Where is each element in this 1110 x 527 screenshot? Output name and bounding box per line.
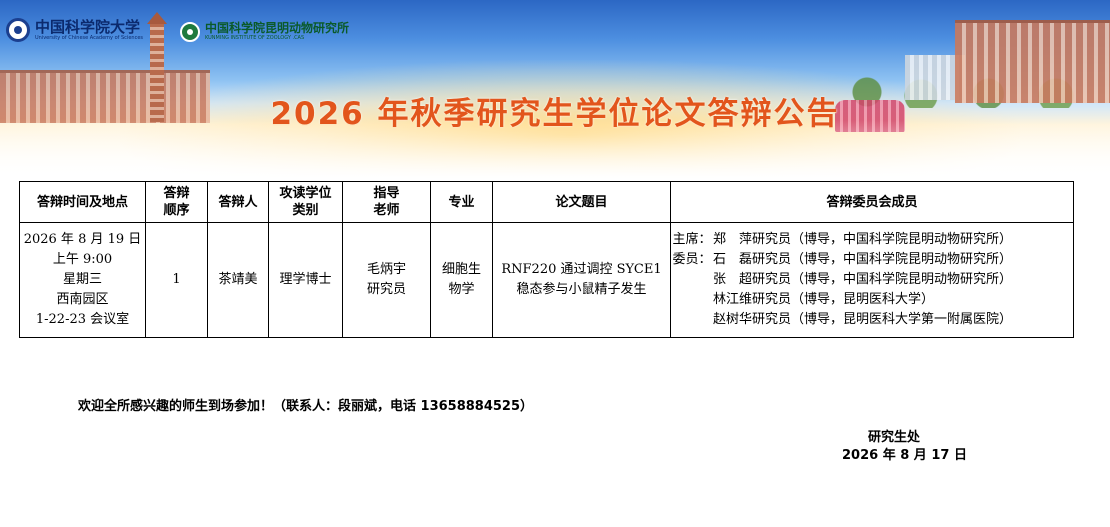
defense-date: 2026 年 8 月 19 日: [23, 232, 142, 247]
kiz-seal-icon: [180, 22, 200, 42]
committee-member: 赵树华研究员（博导，昆明医科大学第一附属医院）: [713, 312, 1013, 327]
cell-candidate: 茶靖美: [207, 222, 269, 338]
cell-committee: 主席：郑 萍研究员（博导，中国科学院昆明动物研究所） 委员：石 磊研究员（博导，…: [670, 222, 1074, 338]
defense-room: 1-22-23 会议室: [35, 312, 130, 327]
cell-time-place: 2026 年 8 月 19 日 上午 9:00 星期三 西南园区 1-22-23…: [19, 222, 146, 338]
signature-org: 研究生处: [868, 430, 921, 445]
ucas-logo-en: University of Chinese Academy of Science…: [35, 34, 143, 41]
header-major: 专业: [430, 181, 493, 223]
cell-degree: 理学博士: [268, 222, 343, 338]
ucas-logo-cn: 中国科学院大学: [35, 17, 141, 36]
table-header-row: 答辩时间及地点 答辩 顺序 答辩人 攻读学位 类别 指导 老师 专业 论文题目 …: [19, 181, 1074, 223]
page-title: 2026 年秋季研究生学位论文答辩公告: [270, 96, 840, 132]
header-degree: 攻读学位 类别: [268, 181, 343, 223]
defense-time: 上午 9:00: [52, 252, 113, 267]
cell-advisor: 毛炳宇 研究员: [342, 222, 431, 338]
header-banner: 中国科学院大学 University of Chinese Academy of…: [0, 0, 1110, 178]
kiz-logo-en: KUNMING INSTITUTE OF ZOOLOGY .CAS: [205, 35, 305, 41]
ucas-seal-icon: [6, 18, 30, 42]
cell-major: 细胞生 物学: [430, 222, 493, 338]
defense-table: 答辩时间及地点 答辩 顺序 答辩人 攻读学位 类别 指导 老师 专业 论文题目 …: [19, 181, 1074, 338]
advisor-name: 毛炳宇: [366, 262, 406, 277]
signature-date: 2026 年 8 月 17 日: [842, 448, 967, 463]
header-time-place: 答辩时间及地点: [19, 181, 146, 223]
header-advisor: 指导 老师: [342, 181, 431, 223]
committee-member: 委员：石 磊研究员（博导，中国科学院昆明动物研究所）: [672, 252, 1013, 267]
committee-member: 林江维研究员（博导，昆明医科大学）: [713, 292, 935, 307]
cell-order: 1: [145, 222, 208, 338]
header-thesis: 论文题目: [492, 181, 671, 223]
committee-member: 张 超研究员（博导，中国科学院昆明动物研究所）: [713, 272, 1013, 287]
cell-thesis: RNF220 通过调控 SYCE1 稳态参与小鼠精子发生: [492, 222, 671, 338]
ucas-logo: 中国科学院大学 University of Chinese Academy of…: [6, 18, 143, 42]
kiz-logo: 中国科学院昆明动物研究所 KUNMING INSTITUTE OF ZOOLOG…: [180, 22, 349, 42]
header-committee: 答辩委员会成员: [670, 181, 1074, 223]
welcome-note: 欢迎全所感兴趣的师生到场参加！（联系人：段丽斌，电话 13658884525）: [78, 399, 534, 414]
defense-campus: 西南园区: [56, 292, 109, 307]
advisor-title: 研究员: [366, 282, 406, 297]
table-row: 2026 年 8 月 19 日 上午 9:00 星期三 西南园区 1-22-23…: [19, 222, 1074, 338]
header-order: 答辩 顺序: [145, 181, 208, 223]
header-candidate: 答辩人: [207, 181, 269, 223]
kiz-logo-cn: 中国科学院昆明动物研究所: [205, 21, 350, 35]
defense-weekday: 星期三: [62, 272, 102, 287]
committee-member: 主席：郑 萍研究员（博导，中国科学院昆明动物研究所）: [672, 232, 1013, 247]
